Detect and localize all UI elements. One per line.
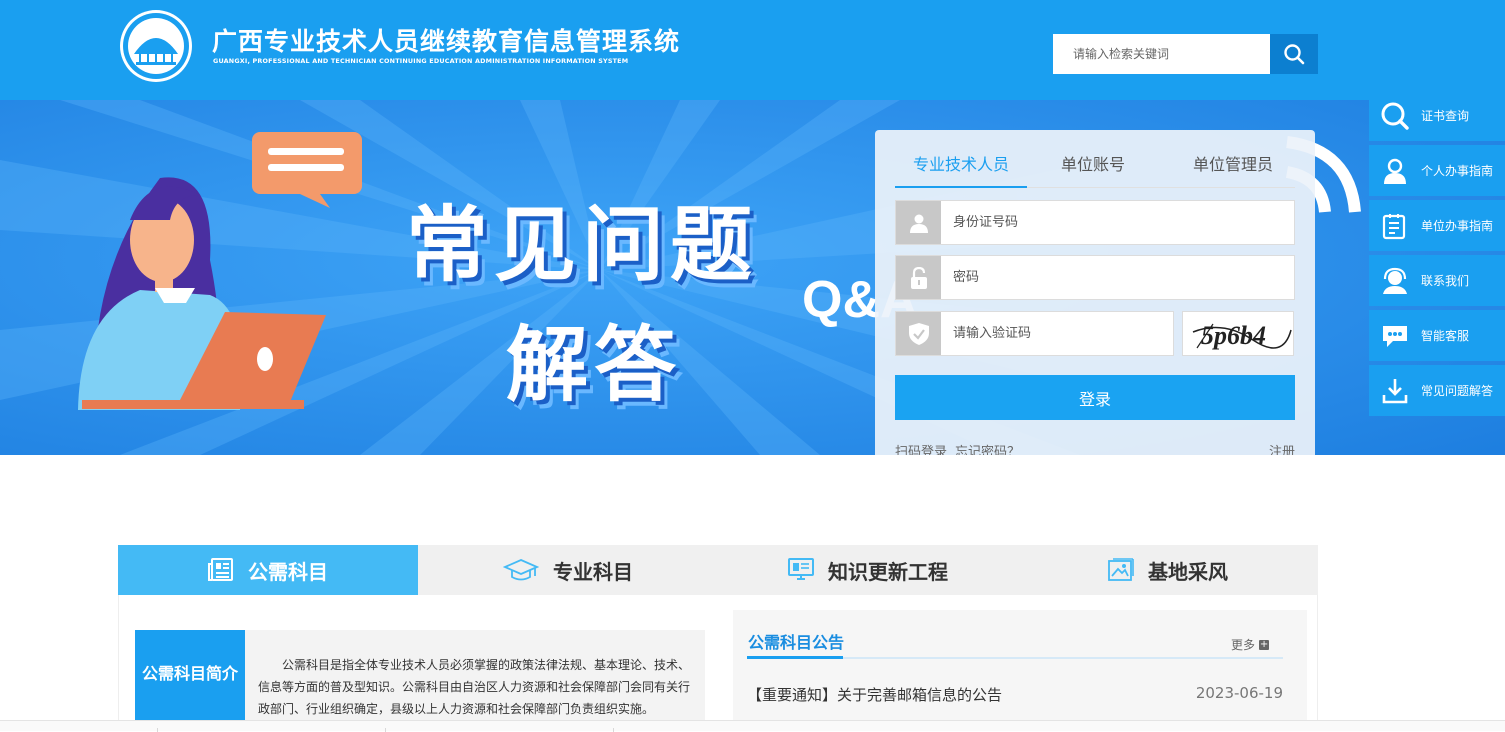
side-item-label: 常见问题解答: [1421, 384, 1494, 398]
captcha-code: 5p6b4: [1201, 321, 1266, 350]
download-icon: [1382, 378, 1408, 403]
banner-title-line2: 解答: [506, 318, 683, 413]
tab-professional-subjects[interactable]: 专业科目: [418, 545, 718, 595]
banner-title-line1: 常见问题: [406, 198, 759, 293]
user-icon: [896, 201, 941, 244]
bottom-scroll-edge: [0, 720, 1505, 732]
checklist-icon: [1382, 213, 1406, 239]
side-item-smart-service[interactable]: 智能客服: [1369, 310, 1505, 361]
more-label: 更多: [1231, 638, 1256, 652]
chat-icon: [1383, 325, 1407, 347]
side-item-contact[interactable]: 联系我们: [1369, 255, 1505, 306]
login-button[interactable]: 登录: [895, 375, 1295, 420]
plus-icon: +: [1259, 638, 1270, 650]
tab-public-subjects[interactable]: 公需科目: [118, 545, 418, 595]
newspaper-icon: [208, 558, 233, 581]
monitor-icon: [788, 558, 814, 580]
lock-icon: [896, 256, 941, 299]
notice-item[interactable]: 【重要通知】关于完善邮箱信息的公告 2023-06-19: [747, 684, 1283, 705]
intro-body: 公需科目是指全体专业技术人员必须掌握的政策法律法规、基本理论、技术、信息等方面的…: [245, 630, 705, 731]
person-icon: [1384, 158, 1406, 184]
divider-accent: [747, 656, 843, 659]
captcha-input[interactable]: [941, 312, 1173, 355]
logo-icon[interactable]: [118, 8, 194, 84]
tab-base-visits[interactable]: 基地采风: [1018, 545, 1318, 595]
tab-professional[interactable]: 专业技术人员: [895, 150, 1027, 188]
site-title: 广西专业技术人员继续教育信息管理系统: [212, 27, 681, 56]
category-content: 公需科目简介 公需科目是指全体专业技术人员必须掌握的政策法律法规、基本理论、技术…: [118, 595, 1318, 731]
password-input[interactable]: [941, 256, 1294, 299]
shield-check-icon: [896, 312, 941, 355]
side-item-label: 单位办事指南: [1421, 219, 1494, 233]
tab-unit-admin[interactable]: 单位管理员: [1171, 150, 1295, 188]
side-item-personal-guide[interactable]: 个人办事指南: [1369, 145, 1505, 196]
notice-item-date: 2023-06-19: [1195, 684, 1283, 702]
search-icon: [1284, 44, 1305, 65]
captcha-image[interactable]: 5p6b4: [1182, 311, 1294, 356]
side-item-unit-guide[interactable]: 单位办事指南: [1369, 200, 1505, 251]
side-item-faq[interactable]: 常见问题解答: [1369, 365, 1505, 416]
side-item-label: 联系我们: [1421, 274, 1470, 288]
tab-label: 知识更新工程: [828, 559, 948, 584]
id-number-input[interactable]: [941, 201, 1294, 244]
login-tabs: 专业技术人员 单位账号 单位管理员: [895, 150, 1295, 188]
tab-label: 基地采风: [1148, 559, 1228, 584]
notice-title: 公需科目公告: [748, 633, 845, 652]
graduation-cap-icon: [503, 559, 539, 581]
password-field: [895, 255, 1295, 300]
side-item-label: 证书查询: [1421, 109, 1470, 123]
forgot-password-link[interactable]: 忘记密码？: [955, 445, 1020, 455]
side-item-label: 个人办事指南: [1421, 164, 1494, 178]
side-item-certificate[interactable]: 证书查询: [1369, 90, 1505, 141]
site-subtitle: GUANGXI, PROFESSIONAL AND TECHNICIAN CON…: [213, 57, 629, 65]
id-number-field: [895, 200, 1295, 245]
intro-heading: 公需科目简介: [135, 630, 245, 731]
notice-item-title: 【重要通知】关于完善邮箱信息的公告: [747, 686, 1003, 704]
search-button[interactable]: [1270, 34, 1318, 74]
scan-login-link[interactable]: 扫码登录: [895, 445, 947, 455]
category-tabs: 公需科目 专业科目 知识更新工程 基地采风: [118, 545, 1318, 595]
tab-label: 公需科目: [248, 559, 328, 584]
tab-knowledge-update[interactable]: 知识更新工程: [718, 545, 1018, 595]
register-link[interactable]: 注册: [1269, 441, 1295, 455]
header: 广西专业技术人员继续教育信息管理系统 GUANGXI, PROFESSIONAL…: [0, 0, 1505, 100]
login-panel: 专业技术人员 单位账号 单位管理员 5p6b4 登录 扫码登录忘记密码？ 注册: [875, 130, 1315, 455]
notice-panel: 公需科目公告 更多 + 【重要通知】关于完善邮箱信息的公告 2023-06-19: [733, 610, 1307, 731]
picture-icon: [1108, 558, 1134, 581]
side-item-label: 智能客服: [1421, 329, 1470, 343]
headset-icon: [1383, 267, 1407, 294]
tab-label: 专业科目: [553, 559, 633, 584]
search-input[interactable]: [1053, 34, 1270, 74]
side-nav: 证书查询 个人办事指南 单位办事指南 联系我们 智能客服 常见问题解答: [1369, 90, 1505, 420]
captcha-field: [895, 311, 1174, 356]
tab-unit-account[interactable]: 单位账号: [1035, 150, 1151, 188]
search-icon: [1381, 102, 1409, 130]
more-link[interactable]: 更多 +: [1231, 636, 1270, 653]
login-links: 扫码登录 忘记密码？: [895, 441, 1028, 455]
